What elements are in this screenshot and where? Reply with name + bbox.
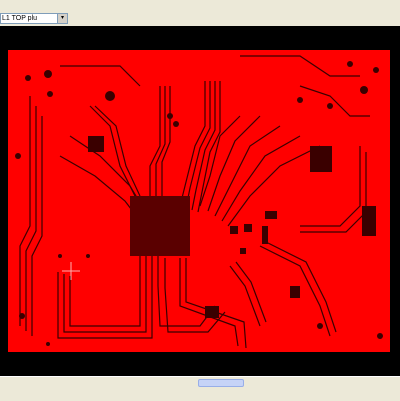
via [173, 121, 179, 127]
via [167, 113, 173, 119]
ic-chip[interactable] [310, 146, 332, 172]
layer-select-value: L1 TOP plu [2, 15, 38, 22]
smd-pad [230, 226, 238, 234]
via [373, 67, 379, 73]
bga-chip[interactable] [130, 196, 190, 256]
via [25, 75, 31, 81]
pcb-board-view[interactable] [0, 26, 400, 376]
via [19, 313, 25, 319]
via [86, 254, 90, 258]
status-bar [0, 376, 400, 401]
smd-pad [265, 211, 277, 219]
via [58, 254, 62, 258]
connector[interactable] [362, 206, 376, 236]
ic-chip[interactable] [88, 136, 104, 152]
via [15, 153, 21, 159]
smd-pad [244, 224, 252, 232]
smd-pad [262, 226, 268, 244]
smd-pad [290, 286, 300, 298]
via [360, 86, 368, 94]
horizontal-scrollbar-thumb[interactable] [198, 379, 244, 387]
via [47, 91, 53, 97]
via [317, 323, 323, 329]
chevron-down-icon[interactable]: ▾ [57, 14, 67, 23]
layer-select[interactable]: L1 TOP plu ▾ [0, 13, 68, 24]
via [46, 342, 50, 346]
via [297, 97, 303, 103]
via [44, 70, 52, 78]
pcb-canvas[interactable] [0, 26, 400, 376]
smd-pad [240, 248, 246, 254]
via [377, 333, 383, 339]
toolbar: L1 TOP plu ▾ [0, 0, 400, 27]
smd-pad [205, 306, 219, 318]
via [347, 61, 353, 67]
mounting-hole [105, 91, 115, 101]
via [327, 103, 333, 109]
